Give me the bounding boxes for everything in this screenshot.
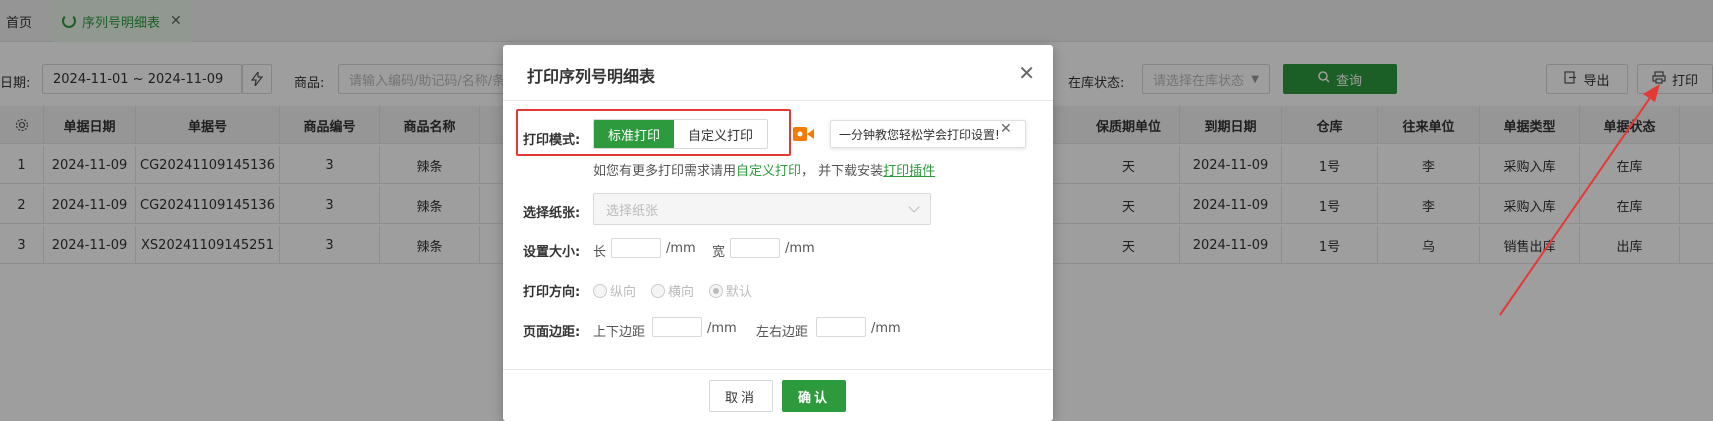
video-tutorial-icon[interactable] xyxy=(793,126,815,142)
margin-lr-input[interactable] xyxy=(816,317,866,337)
radio-default-dot xyxy=(709,283,723,298)
print-mode-toggle: 标准打印 自定义打印 xyxy=(593,119,769,149)
chevron-down-icon xyxy=(908,201,920,213)
margin-lr-label: 左右边距 xyxy=(756,325,809,340)
tooltip-close-icon[interactable]: ✕ xyxy=(1000,121,1012,137)
radio-default[interactable]: 默认 xyxy=(709,281,752,300)
paper-label: 选择纸张: xyxy=(523,206,581,221)
print-settings-dialog: 打印序列号明细表 ✕ 打印模式: 标准打印 自定义打印 一分钟教您轻松学会打印设… xyxy=(503,45,1053,421)
margin-tb-label: 上下边距 xyxy=(593,325,646,340)
dialog-footer-divider xyxy=(503,369,1053,370)
length-label: 长 xyxy=(593,245,607,260)
hint-prefix: 如您有更多打印需求请用 xyxy=(593,164,737,179)
tutorial-tooltip[interactable]: 一分钟教您轻松学会打印设置! xyxy=(830,120,1026,148)
margin-tb-input[interactable] xyxy=(652,317,702,337)
print-hint: 如您有更多打印需求请用自定义打印， 并下载安装打印插件 xyxy=(593,160,935,179)
radio-default-label: 默认 xyxy=(726,285,753,300)
paper-placeholder: 选择纸张 xyxy=(606,203,659,219)
size-label: 设置大小: xyxy=(523,245,581,260)
cancel-button[interactable]: 取消 xyxy=(709,380,773,412)
custom-print-button[interactable]: 自定义打印 xyxy=(674,120,768,148)
close-icon[interactable]: ✕ xyxy=(1018,61,1035,85)
standard-print-button[interactable]: 标准打印 xyxy=(594,120,675,148)
radio-landscape-label: 横向 xyxy=(668,285,695,300)
radio-portrait-label: 纵向 xyxy=(610,285,637,300)
width-input[interactable] xyxy=(730,238,780,258)
width-unit: /mm xyxy=(785,241,815,256)
margin-label: 页面边距: xyxy=(523,325,581,340)
radio-landscape[interactable]: 横向 xyxy=(651,281,694,300)
radio-landscape-dot xyxy=(651,283,665,298)
custom-print-link[interactable]: 自定义打印 xyxy=(736,164,801,179)
confirm-button[interactable]: 确认 xyxy=(782,380,846,412)
margin-lr-unit: /mm xyxy=(871,321,901,336)
length-input[interactable] xyxy=(611,238,661,258)
margin-tb-unit: /mm xyxy=(707,321,737,336)
hint-middle: ， 并下载安装 xyxy=(801,164,884,179)
print-mode-label: 打印模式: xyxy=(523,133,581,148)
dialog-header-divider xyxy=(503,100,1053,101)
direction-label: 打印方向: xyxy=(523,285,581,300)
length-unit: /mm xyxy=(666,241,696,256)
dialog-title: 打印序列号明细表 xyxy=(527,67,656,86)
paper-select[interactable]: 选择纸张 xyxy=(593,193,931,225)
width-label: 宽 xyxy=(712,245,726,260)
radio-portrait-dot xyxy=(593,283,607,298)
radio-portrait[interactable]: 纵向 xyxy=(593,281,636,300)
print-plugin-link[interactable]: 打印插件 xyxy=(883,164,935,179)
